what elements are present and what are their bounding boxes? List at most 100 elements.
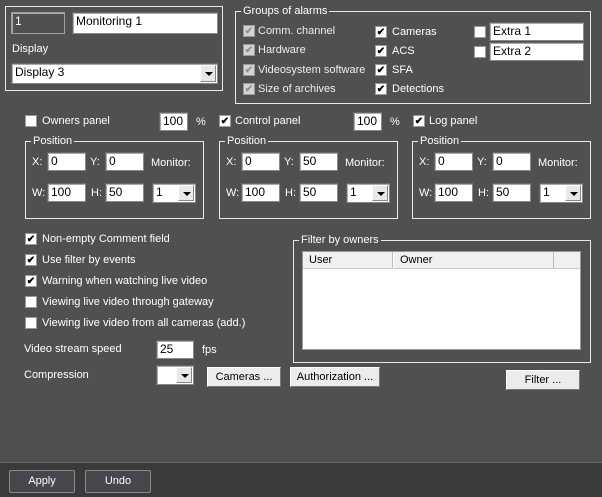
alarm-checkbox[interactable] [243, 44, 255, 56]
owners-list[interactable]: User Owner [302, 251, 581, 350]
option-label: Viewing live video from all cameras (add… [42, 317, 246, 329]
h-field[interactable]: 50 [105, 183, 144, 202]
percent-label: % [390, 116, 400, 128]
monitor-select[interactable]: 1 [539, 183, 583, 203]
x-label: X: [419, 156, 430, 168]
monitor-value: 1 [156, 185, 163, 199]
owners-panel-checkbox[interactable] [25, 115, 37, 127]
alarm-label: Videosystem software [258, 64, 366, 76]
alarm-label: Comm. channel [258, 25, 336, 37]
owners-panel-percent[interactable]: 100 [159, 112, 188, 131]
h-field[interactable]: 50 [492, 183, 531, 202]
control-panel-percent[interactable]: 100 [353, 112, 382, 131]
extra2-field[interactable]: Extra 2 [489, 42, 584, 61]
control-panel-label: Control panel [235, 115, 301, 127]
monitor-select[interactable]: 1 [152, 183, 196, 203]
extra1-field[interactable]: Extra 1 [489, 22, 584, 41]
option-label: Non-empty Comment field [42, 233, 170, 245]
log-panel-checkbox[interactable] [413, 115, 425, 127]
display-label: Display [12, 43, 49, 55]
y-field[interactable]: 50 [299, 152, 338, 171]
w-field[interactable]: 100 [47, 183, 86, 202]
option-checkbox[interactable] [25, 296, 37, 308]
alarm-label: Detections [392, 83, 444, 95]
x-field[interactable]: 0 [241, 152, 280, 171]
chevron-down-icon[interactable] [178, 185, 194, 201]
cameras-button[interactable]: Cameras ... [207, 367, 281, 387]
apply-button[interactable]: Apply [9, 470, 75, 493]
option-label: Warning when watching live video [42, 275, 208, 287]
w-label: W: [419, 187, 433, 199]
x-field[interactable]: 0 [434, 152, 473, 171]
y-label: Y: [477, 156, 487, 168]
monitor-value: 1 [543, 185, 550, 199]
option-checkbox[interactable] [25, 233, 37, 245]
compression-label: Compression [24, 369, 89, 381]
display-value: Display 3 [15, 65, 65, 79]
alarm-checkbox[interactable] [375, 64, 387, 76]
owners-filter-title: Filter by owners [299, 234, 381, 246]
undo-button[interactable]: Undo [85, 470, 151, 493]
control-panel-checkbox[interactable] [219, 115, 231, 127]
w-label: W: [32, 187, 46, 199]
w-field[interactable]: 100 [434, 183, 473, 202]
monitor-value: 1 [350, 185, 357, 199]
option-label: Use filter by events [42, 254, 136, 266]
authorization-button[interactable]: Authorization ... [290, 367, 380, 387]
x-label: X: [226, 156, 237, 168]
compression-select[interactable] [156, 365, 194, 385]
alarm-checkbox[interactable] [375, 26, 387, 38]
alarm-label: Size of archives [258, 83, 336, 95]
w-label: W: [226, 187, 240, 199]
fps-label: fps [202, 344, 217, 356]
column-header-owner[interactable]: Owner [394, 252, 554, 269]
alarm-checkbox[interactable] [243, 64, 255, 76]
monitor-label: Monitor: [345, 157, 385, 169]
owners-panel-label: Owners panel [42, 115, 110, 127]
h-label: H: [478, 187, 489, 199]
y-field[interactable]: 0 [492, 152, 531, 171]
extra2-checkbox[interactable] [474, 46, 486, 58]
extra1-checkbox[interactable] [474, 26, 486, 38]
h-field[interactable]: 50 [299, 183, 338, 202]
option-checkbox[interactable] [25, 275, 37, 287]
alarm-checkbox[interactable] [243, 25, 255, 37]
chevron-down-icon[interactable] [565, 185, 581, 201]
log-panel-label: Log panel [429, 115, 478, 127]
w-field[interactable]: 100 [241, 183, 280, 202]
stream-speed-label: Video stream speed [24, 343, 122, 355]
alarm-label: ACS [392, 45, 415, 57]
h-label: H: [285, 187, 296, 199]
alarm-label: Cameras [392, 26, 437, 38]
monitor-select[interactable]: 1 [346, 183, 390, 203]
position-title: Position [225, 135, 269, 147]
option-label: Viewing live video through gateway [42, 296, 214, 308]
chevron-down-icon[interactable] [176, 367, 192, 383]
chevron-down-icon[interactable] [200, 65, 216, 82]
x-label: X: [32, 156, 43, 168]
monitor-number-field[interactable]: 1 [11, 12, 65, 34]
filter-button[interactable]: Filter ... [506, 370, 580, 390]
alarm-label: Hardware [258, 44, 306, 56]
monitor-label: Monitor: [151, 157, 191, 169]
column-header-filler [554, 252, 580, 269]
y-label: Y: [90, 156, 100, 168]
option-checkbox[interactable] [25, 317, 37, 329]
alarm-checkbox[interactable] [375, 45, 387, 57]
position-title: Position [31, 135, 75, 147]
option-checkbox[interactable] [25, 254, 37, 266]
x-field[interactable]: 0 [47, 152, 86, 171]
alarm-checkbox[interactable] [243, 83, 255, 95]
alarm-label: SFA [392, 64, 413, 76]
monitor-name-field[interactable]: Monitoring 1 [72, 12, 218, 34]
column-header-user[interactable]: User [303, 252, 393, 269]
display-select[interactable]: Display 3 [11, 63, 218, 84]
chevron-down-icon[interactable] [372, 185, 388, 201]
stream-speed-field[interactable]: 25 [156, 340, 194, 359]
y-field[interactable]: 0 [105, 152, 144, 171]
alarm-checkbox[interactable] [375, 83, 387, 95]
percent-label: % [196, 116, 206, 128]
position-title: Position [418, 135, 462, 147]
y-label: Y: [284, 156, 294, 168]
alarm-groups-title: Groups of alarms [241, 5, 330, 17]
